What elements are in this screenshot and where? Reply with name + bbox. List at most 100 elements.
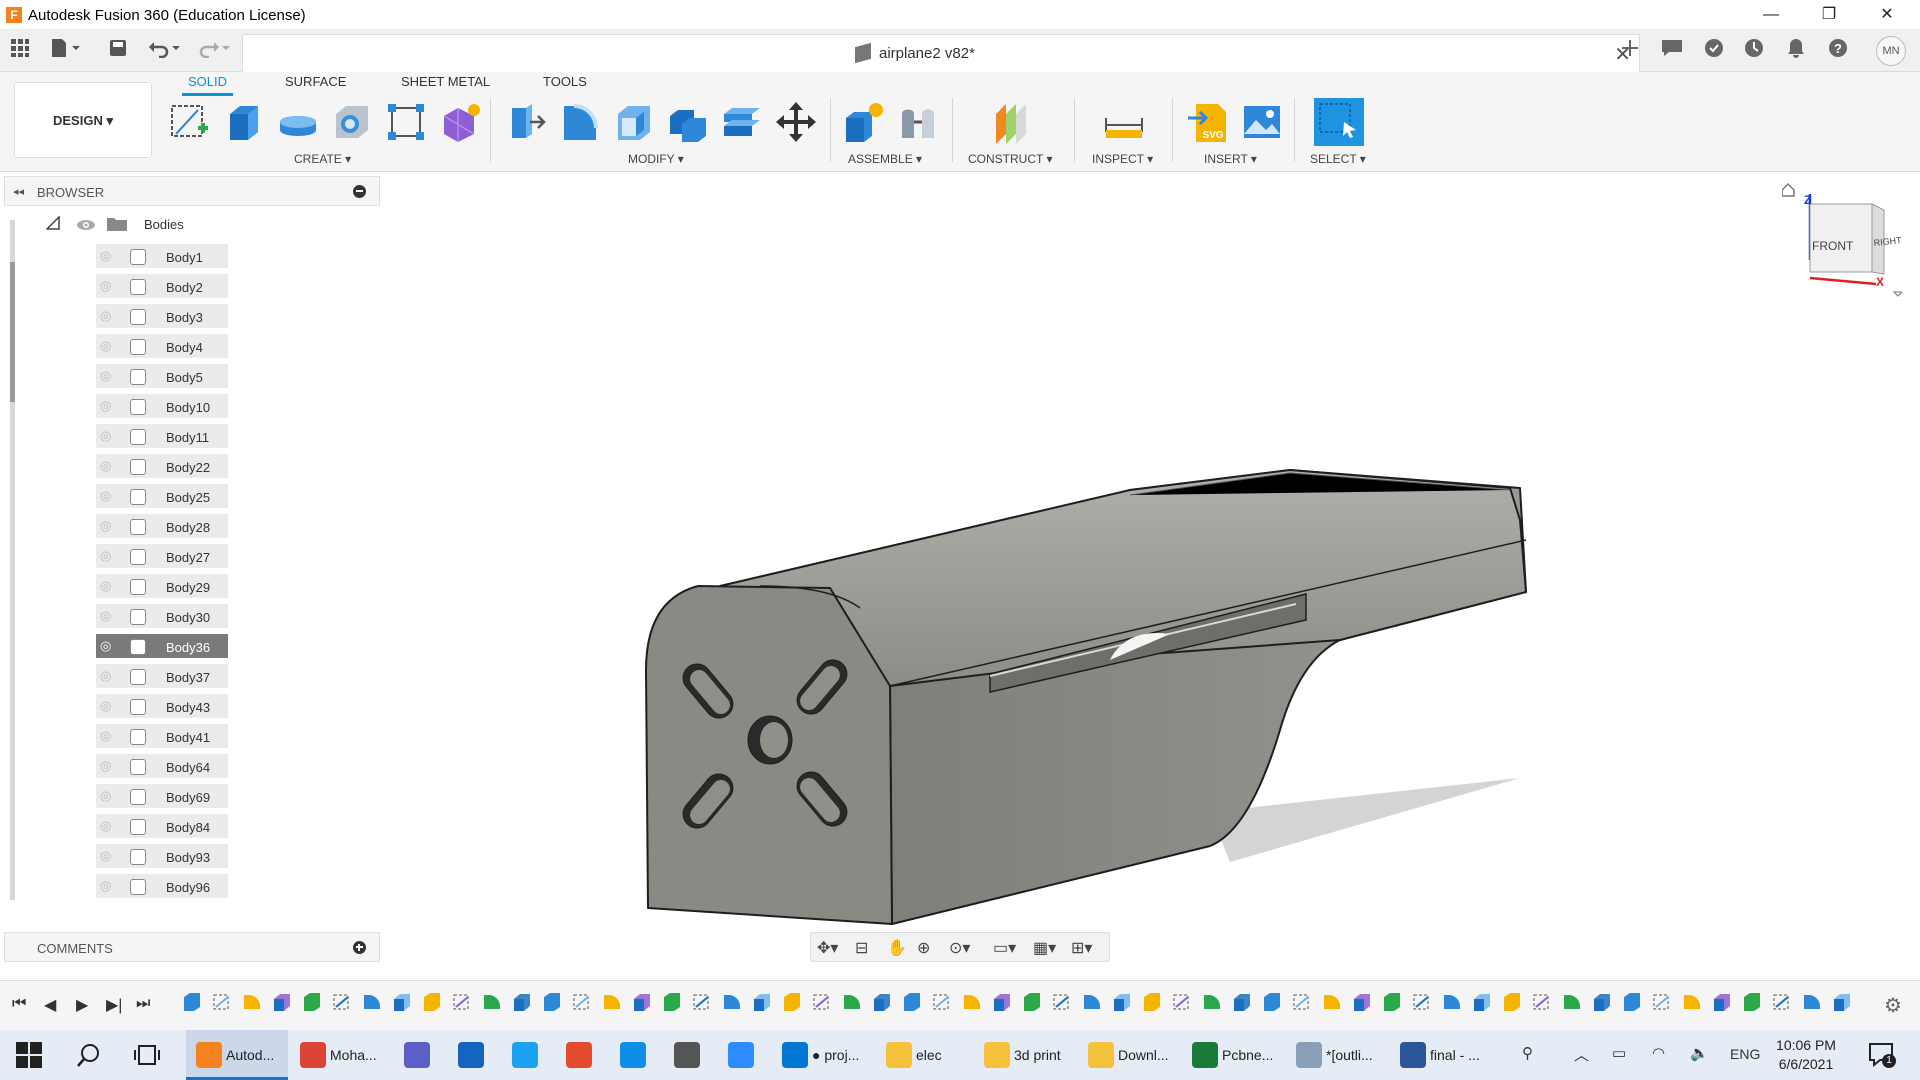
- browser-minimize-icon[interactable]: [353, 185, 366, 198]
- timeline-feature-icon[interactable]: [1832, 991, 1852, 1013]
- browser-body-item[interactable]: ◎ Body2: [96, 274, 228, 300]
- insert-menu[interactable]: INSERT ▾: [1204, 152, 1257, 166]
- browser-body-item[interactable]: ◎ Body27: [96, 544, 228, 570]
- visibility-eye-icon[interactable]: ◎: [100, 249, 118, 262]
- taskbar-app-vscode[interactable]: ● proj...: [772, 1030, 874, 1080]
- taskbar-app-teams[interactable]: [394, 1030, 446, 1080]
- taskbar-app-folder[interactable]: Downl...: [1078, 1030, 1180, 1080]
- timeline-feature-icon[interactable]: [992, 991, 1012, 1013]
- timeline-feature-icon[interactable]: [332, 991, 352, 1013]
- browser-body-item[interactable]: ◎ Body84: [96, 814, 228, 840]
- browser-body-item[interactable]: ◎ Body37: [96, 664, 228, 690]
- pan-icon[interactable]: ✋: [887, 938, 907, 958]
- taskbar-app-airplane-app[interactable]: [664, 1030, 716, 1080]
- taskbar-app-app[interactable]: [448, 1030, 500, 1080]
- clock[interactable]: 10:06 PM 6/6/2021: [1766, 1036, 1846, 1074]
- timeline-feature-icon[interactable]: [1562, 991, 1582, 1013]
- notification-center-icon[interactable]: 1: [1868, 1042, 1896, 1068]
- press-pull-icon[interactable]: [504, 100, 548, 144]
- timeline-prev-icon[interactable]: ◀: [44, 995, 56, 1015]
- timeline-feature-icon[interactable]: [1622, 991, 1642, 1013]
- visibility-eye-icon[interactable]: ◎: [100, 579, 118, 592]
- browser-body-item[interactable]: ◎ Body69: [96, 784, 228, 810]
- timeline-feature-icon[interactable]: [1772, 991, 1792, 1013]
- browser-body-item[interactable]: ◎ Body11: [96, 424, 228, 450]
- timeline-feature-icon[interactable]: [632, 991, 652, 1013]
- visibility-eye-icon[interactable]: ◎: [100, 729, 118, 742]
- browser-body-item[interactable]: ◎ Body36: [96, 634, 228, 660]
- display-settings-icon[interactable]: ▭▾: [993, 938, 1016, 958]
- visibility-eye-icon[interactable]: ◎: [100, 759, 118, 772]
- offset-face-icon[interactable]: [720, 100, 764, 144]
- battery-icon[interactable]: ▭: [1612, 1044, 1626, 1062]
- timeline-feature-icon[interactable]: [722, 991, 742, 1013]
- taskbar-app-notepad[interactable]: *[outli...: [1286, 1030, 1388, 1080]
- browser-body-item[interactable]: ◎ Body43: [96, 694, 228, 720]
- modify-menu[interactable]: MODIFY ▾: [628, 152, 684, 166]
- move-copy-icon[interactable]: [774, 100, 818, 144]
- browser-body-item[interactable]: ◎ Body4: [96, 334, 228, 360]
- show-hidden-icons-chevron[interactable]: ︿: [1574, 1044, 1589, 1065]
- redo-icon[interactable]: [198, 38, 232, 64]
- browser-body-item[interactable]: ◎ Body22: [96, 454, 228, 480]
- timeline-feature-icon[interactable]: [752, 991, 772, 1013]
- timeline-feature-icon[interactable]: [692, 991, 712, 1013]
- create-menu[interactable]: CREATE ▾: [294, 152, 351, 166]
- timeline-feature-icon[interactable]: [1652, 991, 1672, 1013]
- browser-body-item[interactable]: ◎ Body93: [96, 844, 228, 870]
- visibility-eye-icon[interactable]: ◎: [100, 819, 118, 832]
- browser-body-item[interactable]: ◎ Body25: [96, 484, 228, 510]
- visibility-eye-icon[interactable]: ◎: [100, 309, 118, 322]
- people-icon[interactable]: ⚲: [1522, 1044, 1533, 1062]
- timeline-feature-icon[interactable]: [212, 991, 232, 1013]
- collapse-caret-icon[interactable]: [45, 215, 66, 242]
- close-window-button[interactable]: ✕: [1864, 0, 1910, 30]
- timeline-feature-icon[interactable]: [602, 991, 622, 1013]
- taskbar-app-fusion[interactable]: Autod...: [186, 1030, 288, 1080]
- visibility-eye-icon[interactable]: ◎: [100, 489, 118, 502]
- windows-start-icon[interactable]: [16, 1042, 46, 1072]
- timeline-feature-icon[interactable]: [1442, 991, 1462, 1013]
- timeline-feature-icon[interactable]: [1382, 991, 1402, 1013]
- folder-label[interactable]: Bodies: [144, 217, 184, 243]
- wifi-icon[interactable]: ◠: [1652, 1044, 1665, 1062]
- shell-icon[interactable]: [612, 100, 656, 144]
- taskbar-app-zoom[interactable]: [718, 1030, 770, 1080]
- construct-menu[interactable]: CONSTRUCT ▾: [968, 152, 1052, 166]
- inspect-menu[interactable]: INSPECT ▾: [1092, 152, 1153, 166]
- tab-solid[interactable]: SOLID: [181, 74, 234, 96]
- fillet-icon[interactable]: [558, 100, 602, 144]
- grid-settings-icon[interactable]: ▦▾: [1033, 938, 1056, 958]
- timeline-feature-icon[interactable]: [572, 991, 592, 1013]
- file-menu-icon[interactable]: [50, 38, 80, 64]
- workspace-switcher-button[interactable]: DESIGN ▾: [14, 82, 152, 158]
- timeline-play-icon[interactable]: ▶: [76, 995, 88, 1015]
- timeline-feature-icon[interactable]: [1112, 991, 1132, 1013]
- browser-body-item[interactable]: ◎ Body5: [96, 364, 228, 390]
- taskbar-app-chrome[interactable]: Moha...: [290, 1030, 392, 1080]
- timeline-feature-icon[interactable]: [1592, 991, 1612, 1013]
- browser-body-item[interactable]: ◎ Body3: [96, 304, 228, 330]
- browser-body-item[interactable]: ◎ Body64: [96, 754, 228, 780]
- timeline-feature-icon[interactable]: [842, 991, 862, 1013]
- visibility-eye-icon[interactable]: ◎: [100, 519, 118, 532]
- extensions-icon[interactable]: [1696, 38, 1732, 64]
- timeline-feature-icon[interactable]: [302, 991, 322, 1013]
- maximize-button[interactable]: ❐: [1806, 0, 1852, 30]
- undo-icon[interactable]: [148, 38, 182, 64]
- browser-body-item[interactable]: ◎ Body10: [96, 394, 228, 420]
- visibility-eye-icon[interactable]: ◎: [100, 699, 118, 712]
- revolve-icon[interactable]: [276, 100, 320, 144]
- timeline-feature-icon[interactable]: [812, 991, 832, 1013]
- save-icon[interactable]: [108, 38, 128, 64]
- comments-panel-header[interactable]: COMMENTS: [4, 932, 380, 962]
- select-menu[interactable]: SELECT ▾: [1310, 152, 1366, 166]
- timeline-feature-icon[interactable]: [1412, 991, 1432, 1013]
- timeline-feature-icon[interactable]: [182, 991, 202, 1013]
- visibility-eye-icon[interactable]: ◎: [100, 399, 118, 412]
- joint-icon[interactable]: [896, 100, 940, 144]
- timeline-feature-icon[interactable]: [1682, 991, 1702, 1013]
- new-tab-icon[interactable]: [1612, 38, 1648, 64]
- user-avatar[interactable]: MN: [1876, 36, 1906, 66]
- browser-body-item[interactable]: ◎ Body29: [96, 574, 228, 600]
